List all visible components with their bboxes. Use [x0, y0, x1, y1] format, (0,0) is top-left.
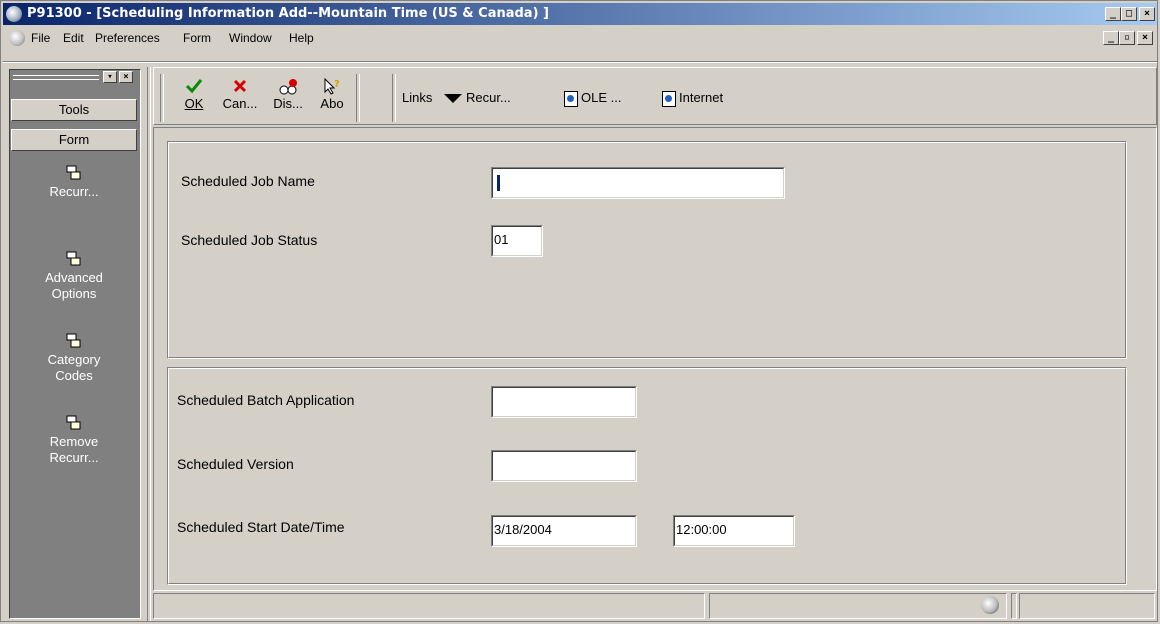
menu-help[interactable]: Help [289, 31, 314, 45]
links-label: Links [402, 90, 433, 105]
about-label: Abo [320, 96, 344, 111]
ole-label: OLE ... [581, 90, 622, 105]
panel-splitter[interactable] [147, 67, 151, 621]
exit-bar-close-button[interactable]: × [119, 71, 133, 83]
status-bar [153, 593, 1157, 621]
menu-preferences[interactable]: Preferences [95, 31, 160, 45]
cancel-button[interactable]: Can... [218, 78, 262, 120]
form-exit-icon [66, 415, 81, 430]
cancel-x-icon [233, 79, 247, 93]
start-time-field[interactable]: 12:00:00 [673, 515, 795, 547]
exit-item-label: Advanced Options [45, 270, 103, 301]
exit-item-advanced-options[interactable]: Advanced Options [11, 251, 137, 302]
batch-app-field[interactable] [491, 386, 637, 418]
close-button[interactable]: × [1139, 7, 1155, 21]
status-cell-info [709, 593, 1007, 619]
menu-edit[interactable]: Edit [63, 31, 84, 45]
minimize-button[interactable]: _ [1105, 7, 1121, 21]
menu-bar: File Edit Preferences Form Window Help _… [3, 27, 1157, 49]
start-date-field[interactable]: 3/18/2004 [491, 515, 637, 547]
toolbar-grip [160, 74, 164, 122]
svg-text:?: ? [334, 79, 340, 90]
tools-button[interactable]: Tools [11, 99, 137, 121]
binoculars-icon [279, 79, 297, 95]
app-globe-icon [6, 6, 22, 22]
about-button[interactable]: ? Abo [314, 77, 350, 120]
ok-button[interactable]: OK [176, 78, 212, 120]
ole-doc-icon [564, 90, 578, 107]
exit-item-label: Category Codes [47, 352, 101, 383]
internet-label: Internet [679, 90, 724, 105]
display-label: Dis... [273, 96, 303, 111]
exit-bar-handle[interactable]: ▾ × [9, 71, 139, 85]
version-label: Scheduled Version [177, 456, 294, 472]
window-title: P91300 - [Scheduling Information Add--Mo… [27, 6, 549, 21]
recur-link[interactable]: Recur... [444, 90, 511, 105]
recur-label: Recur... [466, 90, 511, 105]
doc-restore-button[interactable]: ▫ [1119, 31, 1135, 45]
internet-doc-icon [662, 90, 676, 107]
form-button[interactable]: Form [11, 129, 137, 151]
doc-minimize-button[interactable]: _ [1103, 31, 1119, 45]
status-cell-extra [1019, 593, 1155, 619]
toolbar-divider [356, 74, 360, 122]
job-name-label: Scheduled Job Name [181, 173, 315, 189]
form-exit-icon [66, 165, 81, 180]
doc-close-button[interactable]: × [1137, 31, 1153, 45]
document-globe-icon[interactable] [9, 30, 25, 46]
checkmark-icon [185, 79, 203, 94]
status-cell-message [153, 593, 705, 619]
exit-item-label: Remove Recurr... [49, 434, 99, 465]
app-window: P91300 - [Scheduling Information Add--Mo… [0, 0, 1158, 622]
version-field[interactable] [491, 450, 637, 482]
form-exit-icon [66, 251, 81, 266]
exit-item-recurr[interactable]: Recurr... [11, 165, 137, 200]
status-cell-spacer [1011, 593, 1017, 619]
display-button[interactable]: Dis... [266, 78, 310, 120]
toolbar-divider-2 [392, 74, 396, 122]
menu-form[interactable]: Form [183, 31, 211, 45]
toolbar: OK Can... Dis... ? Abo Links Recur... OL… [153, 67, 1157, 125]
internet-link[interactable]: Internet [662, 90, 723, 107]
title-bar[interactable]: P91300 - [Scheduling Information Add--Mo… [3, 3, 1157, 25]
exit-bar-dropdown-button[interactable]: ▾ [103, 71, 117, 83]
job-status-label: Scheduled Job Status [181, 232, 318, 248]
menu-file[interactable]: File [31, 31, 50, 45]
job-name-field[interactable] [491, 167, 785, 199]
status-globe-icon [981, 596, 999, 614]
maximize-button[interactable]: □ [1121, 7, 1137, 21]
form-exit-icon [66, 333, 81, 348]
ole-link[interactable]: OLE ... [564, 90, 621, 107]
text-cursor [497, 175, 500, 191]
menu-window[interactable]: Window [229, 31, 272, 45]
job-status-field[interactable]: 01 [491, 225, 543, 257]
exit-item-label: Recurr... [49, 184, 99, 199]
exit-item-category-codes[interactable]: Category Codes [11, 333, 137, 384]
start-datetime-label: Scheduled Start Date/Time [177, 519, 345, 535]
menu-divider [3, 61, 1157, 63]
cancel-label: Can... [222, 96, 258, 111]
dropdown-arrow-icon [444, 94, 462, 104]
help-pointer-icon: ? [324, 77, 340, 95]
ok-label: OK [184, 96, 204, 111]
exit-item-remove-recurr[interactable]: Remove Recurr... [11, 415, 137, 466]
batch-app-label: Scheduled Batch Application [177, 392, 355, 408]
